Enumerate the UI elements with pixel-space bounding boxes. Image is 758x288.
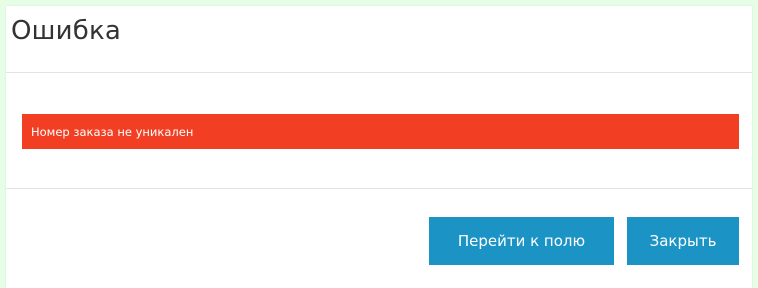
header-divider (6, 72, 752, 73)
go-to-field-button[interactable]: Перейти к полю (429, 217, 614, 265)
error-message: Номер заказа не уникален (31, 124, 194, 139)
dialog-title: Ошибка (11, 16, 122, 46)
dialog-header: Ошибка (6, 6, 752, 72)
footer-divider (6, 188, 752, 189)
close-button[interactable]: Закрыть (627, 217, 739, 265)
error-banner: Номер заказа не уникален (22, 114, 739, 149)
error-dialog: Ошибка Номер заказа не уникален Перейти … (6, 6, 752, 288)
